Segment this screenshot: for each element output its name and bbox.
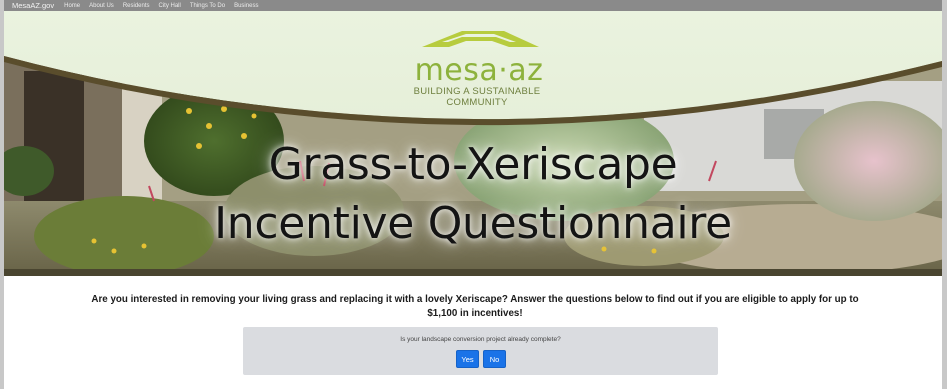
nav-link-home[interactable]: Home <box>64 3 89 9</box>
no-button[interactable]: No <box>483 350 506 368</box>
intro-text: Are you interested in removing your livi… <box>80 293 870 321</box>
site-name-link[interactable]: MesaAZ.gov <box>4 1 64 10</box>
top-navigation: MesaAZ.gov Home About Us Residents City … <box>4 0 942 11</box>
intro-line-1: Are you interested in removing your livi… <box>91 294 859 305</box>
question-card: Is your landscape conversion project alr… <box>243 327 718 375</box>
page: MesaAZ.gov Home About Us Residents City … <box>0 0 947 389</box>
window-border-right <box>942 0 947 389</box>
logo-tagline-line-1: BUILDING A SUSTAINABLE <box>413 86 541 97</box>
logo-wordmark: mesa·az <box>414 53 544 88</box>
banner-bottom-border <box>4 269 942 276</box>
page-title-line-1: Grass-to-Xeriscape <box>268 139 678 190</box>
logo-tagline-line-2: COMMUNITY <box>446 97 508 108</box>
page-title-line-2: Incentive Questionnaire <box>214 198 732 249</box>
nav-link-city-hall[interactable]: City Hall <box>159 3 190 9</box>
question-text: Is your landscape conversion project alr… <box>400 336 561 343</box>
nav-link-things-to-do[interactable]: Things To Do <box>190 3 234 9</box>
hero-banner: mesa·az BUILDING A SUSTAINABLE COMMUNITY… <box>4 11 942 276</box>
intro-line-2: $1,100 in incentives! <box>427 308 523 319</box>
nav-link-about-us[interactable]: About Us <box>89 3 123 9</box>
yes-button[interactable]: Yes <box>456 350 479 368</box>
nav-link-business[interactable]: Business <box>234 3 267 9</box>
logo-tagline: BUILDING A SUSTAINABLE COMMUNITY <box>397 86 557 108</box>
nav-link-residents[interactable]: Residents <box>123 3 159 9</box>
